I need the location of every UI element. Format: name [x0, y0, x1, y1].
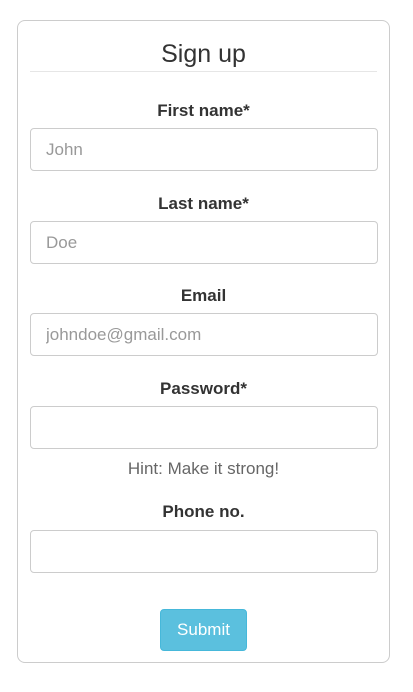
- submit-button[interactable]: Submit: [160, 609, 247, 651]
- first-name-input[interactable]: [30, 128, 378, 171]
- email-label: Email: [180, 286, 227, 305]
- phone-input[interactable]: [30, 530, 378, 573]
- signup-card: Sign up First name* Last name* Email Pas…: [17, 20, 390, 663]
- email-input[interactable]: [30, 313, 378, 356]
- password-label: Password*: [160, 379, 247, 398]
- title-divider: [30, 71, 377, 72]
- password-hint: Hint: Make it strong!: [127, 459, 280, 478]
- form-title: Sign up: [161, 40, 246, 68]
- last-name-input[interactable]: [30, 221, 378, 264]
- first-name-label: First name*: [157, 101, 250, 120]
- last-name-label: Last name*: [158, 194, 249, 213]
- phone-label: Phone no.: [162, 502, 245, 521]
- password-input[interactable]: [30, 406, 378, 449]
